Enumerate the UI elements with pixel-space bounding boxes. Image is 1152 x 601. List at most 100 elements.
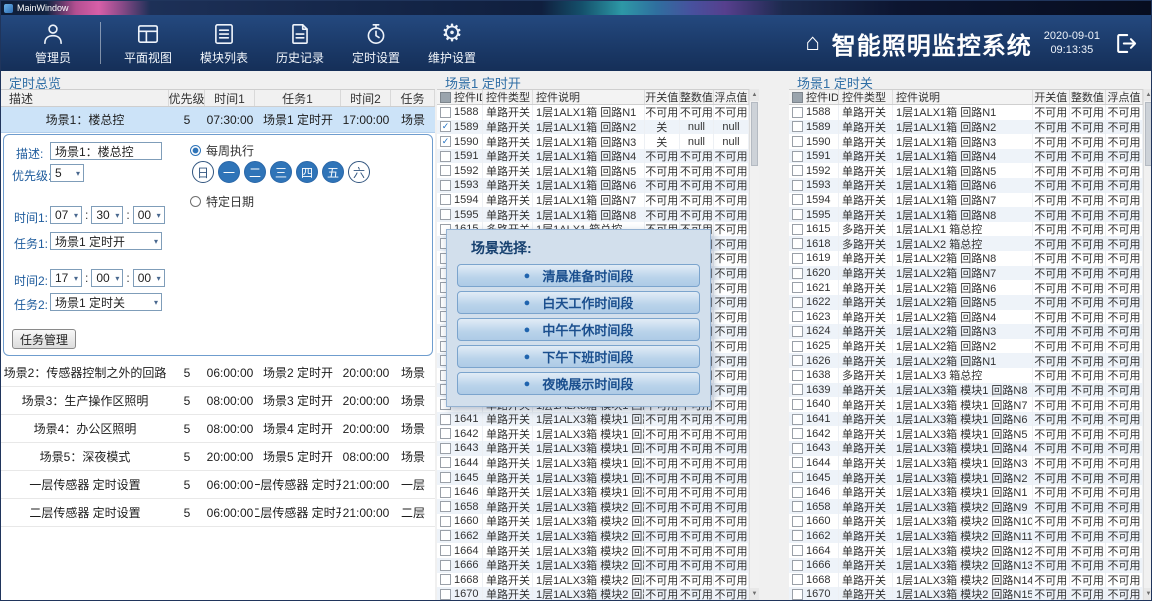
table-row[interactable]: ✓ 1662 单路开关 1层1ALX3箱 模块2 回路N11 不可用 不可用 不…: [437, 529, 749, 544]
row-checkbox[interactable]: ✓: [792, 282, 803, 293]
toolbar-timer-settings-button[interactable]: 定时设置: [338, 18, 414, 68]
time1-hour-dropdown[interactable]: 07▾: [50, 206, 82, 224]
table-row[interactable]: 场景4：办公区照明 5 08:00:00 场景4 定时开 20:00:00 场景: [1, 415, 435, 443]
table-row[interactable]: ✓ 1642 单路开关 1层1ALX3箱 模块1 回路N5 不可用 不可用 不可…: [437, 426, 749, 441]
weekday-circle[interactable]: 六: [348, 161, 370, 183]
weekday-circle[interactable]: 四: [296, 161, 318, 183]
row-checkbox[interactable]: ✓: [440, 194, 451, 205]
row-checkbox[interactable]: ✓: [792, 180, 803, 191]
toolbar-admin-button[interactable]: 管理员: [15, 18, 91, 68]
scene-period-button[interactable]: ● 夜晚展示时间段: [457, 372, 700, 395]
toolbar-plan-view-button[interactable]: 平面视图: [110, 18, 186, 68]
row-checkbox[interactable]: ✓: [792, 384, 803, 395]
row-checkbox[interactable]: ✓: [440, 530, 451, 541]
scene-period-button[interactable]: ● 清晨准备时间段: [457, 264, 700, 287]
scene-period-button[interactable]: ● 下午下班时间段: [457, 345, 700, 368]
weekday-circle[interactable]: 五: [322, 161, 344, 183]
scroll-down-icon[interactable]: ▼: [750, 588, 759, 600]
weekday-circle[interactable]: 日: [192, 161, 214, 183]
table-row[interactable]: ✓ 1662 单路开关 1层1ALX3箱 模块2 回路N11 不可用 不可用 不…: [789, 529, 1143, 544]
toolbar-history-button[interactable]: 历史记录: [262, 18, 338, 68]
table-row[interactable]: ✓ 1638 多路开关 1层1ALX3 箱总控 不可用 不可用 不可用: [789, 368, 1143, 383]
table-row[interactable]: ✓ 1594 单路开关 1层1ALX1箱 回路N7 不可用 不可用 不可用: [437, 193, 749, 208]
row-checkbox[interactable]: ✓: [440, 165, 451, 176]
row-checkbox[interactable]: ✓: [792, 530, 803, 541]
row-checkbox[interactable]: ✓: [792, 326, 803, 337]
row-checkbox[interactable]: ✓: [440, 180, 451, 191]
table-row[interactable]: ✓ 1594 单路开关 1层1ALX1箱 回路N7 不可用 不可用 不可用: [789, 193, 1143, 208]
table-row[interactable]: ✓ 1658 单路开关 1层1ALX3箱 模块2 回路N9 不可用 不可用 不可…: [437, 499, 749, 514]
scroll-down-icon[interactable]: ▼: [1144, 588, 1152, 600]
toolbar-module-list-button[interactable]: 模块列表: [186, 18, 262, 68]
table-row[interactable]: ✓ 1641 单路开关 1层1ALX3箱 模块1 回路N6 不可用 不可用 不可…: [437, 412, 749, 427]
table-row[interactable]: ✓ 1645 单路开关 1层1ALX3箱 模块1 回路N2 不可用 不可用 不可…: [789, 470, 1143, 485]
table-row[interactable]: ✓ 1590 单路开关 1层1ALX1箱 回路N3 不可用 不可用 不可用: [789, 134, 1143, 149]
row-checkbox[interactable]: ✓: [440, 545, 451, 556]
weekly-radio[interactable]: 每周执行: [190, 142, 254, 159]
table-row[interactable]: ✓ 1666 单路开关 1层1ALX3箱 模块2 回路N13 不可用 不可用 不…: [789, 558, 1143, 573]
time1-second-dropdown[interactable]: 00▾: [133, 206, 165, 224]
table-row[interactable]: 一层传感器 定时设置 5 06:00:00 一层传感器 定时开 21:00:00…: [1, 471, 435, 499]
row-checkbox[interactable]: ✓: [440, 121, 451, 132]
table-row[interactable]: ✓ 1622 单路开关 1层1ALX2箱 回路N5 不可用 不可用 不可用: [789, 295, 1143, 310]
table-row[interactable]: 二层传感器 定时设置 5 06:00:00 二层传感器 定时开 21:00:00…: [1, 499, 435, 527]
table-row[interactable]: ✓ 1591 单路开关 1层1ALX1箱 回路N4 不可用 不可用 不可用: [789, 149, 1143, 164]
row-checkbox[interactable]: ✓: [792, 443, 803, 454]
row-checkbox[interactable]: ✓: [792, 268, 803, 279]
table-row[interactable]: ✓ 1670 单路开关 1层1ALX3箱 模块2 回路N15 不可用 不可用 不…: [437, 587, 749, 600]
table-row[interactable]: ✓ 1646 单路开关 1层1ALX3箱 模块1 回路N1 不可用 不可用 不可…: [789, 485, 1143, 500]
table-row[interactable]: ✓ 1643 单路开关 1层1ALX3箱 模块1 回路N4 不可用 不可用 不可…: [789, 441, 1143, 456]
row-checkbox[interactable]: ✓: [792, 165, 803, 176]
row-checkbox[interactable]: ✓: [440, 560, 451, 571]
table-row[interactable]: ✓ 1644 单路开关 1层1ALX3箱 模块1 回路N3 不可用 不可用 不可…: [437, 456, 749, 471]
time2-minute-dropdown[interactable]: 00▾: [91, 269, 123, 287]
row-checkbox[interactable]: ✓: [792, 472, 803, 483]
table-row[interactable]: ✓ 1645 单路开关 1层1ALX3箱 模块1 回路N2 不可用 不可用 不可…: [437, 470, 749, 485]
table-row[interactable]: ✓ 1590 单路开关 1层1ALX1箱 回路N3 关 null null: [437, 134, 749, 149]
scene-period-button[interactable]: ● 中午午休时间段: [457, 318, 700, 341]
row-checkbox[interactable]: ✓: [792, 487, 803, 498]
table-row[interactable]: ✓ 1626 单路开关 1层1ALX2箱 回路N1 不可用 不可用 不可用: [789, 353, 1143, 368]
table-row[interactable]: ✓ 1619 单路开关 1层1ALX2箱 回路N8 不可用 不可用 不可用: [789, 251, 1143, 266]
table-row[interactable]: ✓ 1593 单路开关 1层1ALX1箱 回路N6 不可用 不可用 不可用: [437, 178, 749, 193]
row-checkbox[interactable]: ✓: [440, 151, 451, 162]
row-checkbox[interactable]: ✓: [440, 428, 451, 439]
table-row[interactable]: ✓ 1668 单路开关 1层1ALX3箱 模块2 回路N14 不可用 不可用 不…: [437, 573, 749, 588]
table-row[interactable]: ✓ 1646 单路开关 1层1ALX3箱 模块1 回路N1 不可用 不可用 不可…: [437, 485, 749, 500]
table-row[interactable]: ✓ 1623 单路开关 1层1ALX2箱 回路N4 不可用 不可用 不可用: [789, 310, 1143, 325]
row-checkbox[interactable]: ✓: [440, 472, 451, 483]
table-row[interactable]: ✓ 1660 单路开关 1层1ALX3箱 模块2 回路N10 不可用 不可用 不…: [437, 514, 749, 529]
table-row[interactable]: ✓ 1641 单路开关 1层1ALX3箱 模块1 回路N6 不可用 不可用 不可…: [789, 412, 1143, 427]
row-checkbox[interactable]: ✓: [440, 443, 451, 454]
table-row[interactable]: ✓ 1592 单路开关 1层1ALX1箱 回路N5 不可用 不可用 不可用: [789, 163, 1143, 178]
table-row[interactable]: ✓ 1625 单路开关 1层1ALX2箱 回路N2 不可用 不可用 不可用: [789, 339, 1143, 354]
table-row[interactable]: ✓ 1589 单路开关 1层1ALX1箱 回路N2 不可用 不可用 不可用: [789, 120, 1143, 135]
row-checkbox[interactable]: ✓: [792, 516, 803, 527]
table-row[interactable]: ✓ 1588 单路开关 1层1ALX1箱 回路N1 不可用 不可用 不可用: [789, 105, 1143, 120]
time2-second-dropdown[interactable]: 00▾: [133, 269, 165, 287]
table-row[interactable]: ✓ 1670 单路开关 1层1ALX3箱 模块2 回路N15 不可用 不可用 不…: [789, 587, 1143, 600]
row-checkbox[interactable]: ✓: [792, 151, 803, 162]
row-checkbox[interactable]: ✓: [440, 209, 451, 220]
table-row[interactable]: ✓ 1620 单路开关 1层1ALX2箱 回路N7 不可用 不可用 不可用: [789, 266, 1143, 281]
table-row[interactable]: ✓ 1591 单路开关 1层1ALX1箱 回路N4 不可用 不可用 不可用: [437, 149, 749, 164]
table-row[interactable]: ✓ 1589 单路开关 1层1ALX1箱 回路N2 关 null null: [437, 120, 749, 135]
table-row[interactable]: ✓ 1624 单路开关 1层1ALX2箱 回路N3 不可用 不可用 不可用: [789, 324, 1143, 339]
table-row[interactable]: 场景2：传感器控制之外的回路 5 06:00:00 场景2 定时开 20:00:…: [1, 359, 435, 387]
desc-input[interactable]: 场景1：楼总控: [50, 142, 162, 160]
toolbar-maintenance-button[interactable]: ⚙ 维护设置: [414, 18, 490, 68]
row-checkbox[interactable]: ✓: [440, 589, 451, 600]
table-row[interactable]: 场景5：深夜模式 5 20:00:00 场景5 定时开 08:00:00 场景: [1, 443, 435, 471]
row-checkbox[interactable]: ✓: [792, 341, 803, 352]
specific-date-radio[interactable]: 特定日期: [190, 193, 254, 210]
row-checkbox[interactable]: ✓: [440, 107, 451, 118]
row-checkbox[interactable]: ✓: [792, 414, 803, 425]
exit-button[interactable]: [1112, 30, 1139, 57]
row-checkbox[interactable]: ✓: [792, 209, 803, 220]
task2-dropdown[interactable]: 场景1 定时关 ▾: [50, 293, 162, 311]
row-checkbox[interactable]: ✓: [792, 107, 803, 118]
table-row[interactable]: ✓ 1588 单路开关 1层1ALX1箱 回路N1 不可用 不可用 不可用: [437, 105, 749, 120]
table-row[interactable]: ✓ 1621 单路开关 1层1ALX2箱 回路N6 不可用 不可用 不可用: [789, 280, 1143, 295]
row-checkbox[interactable]: ✓: [792, 545, 803, 556]
row-checkbox[interactable]: ✓: [792, 457, 803, 468]
